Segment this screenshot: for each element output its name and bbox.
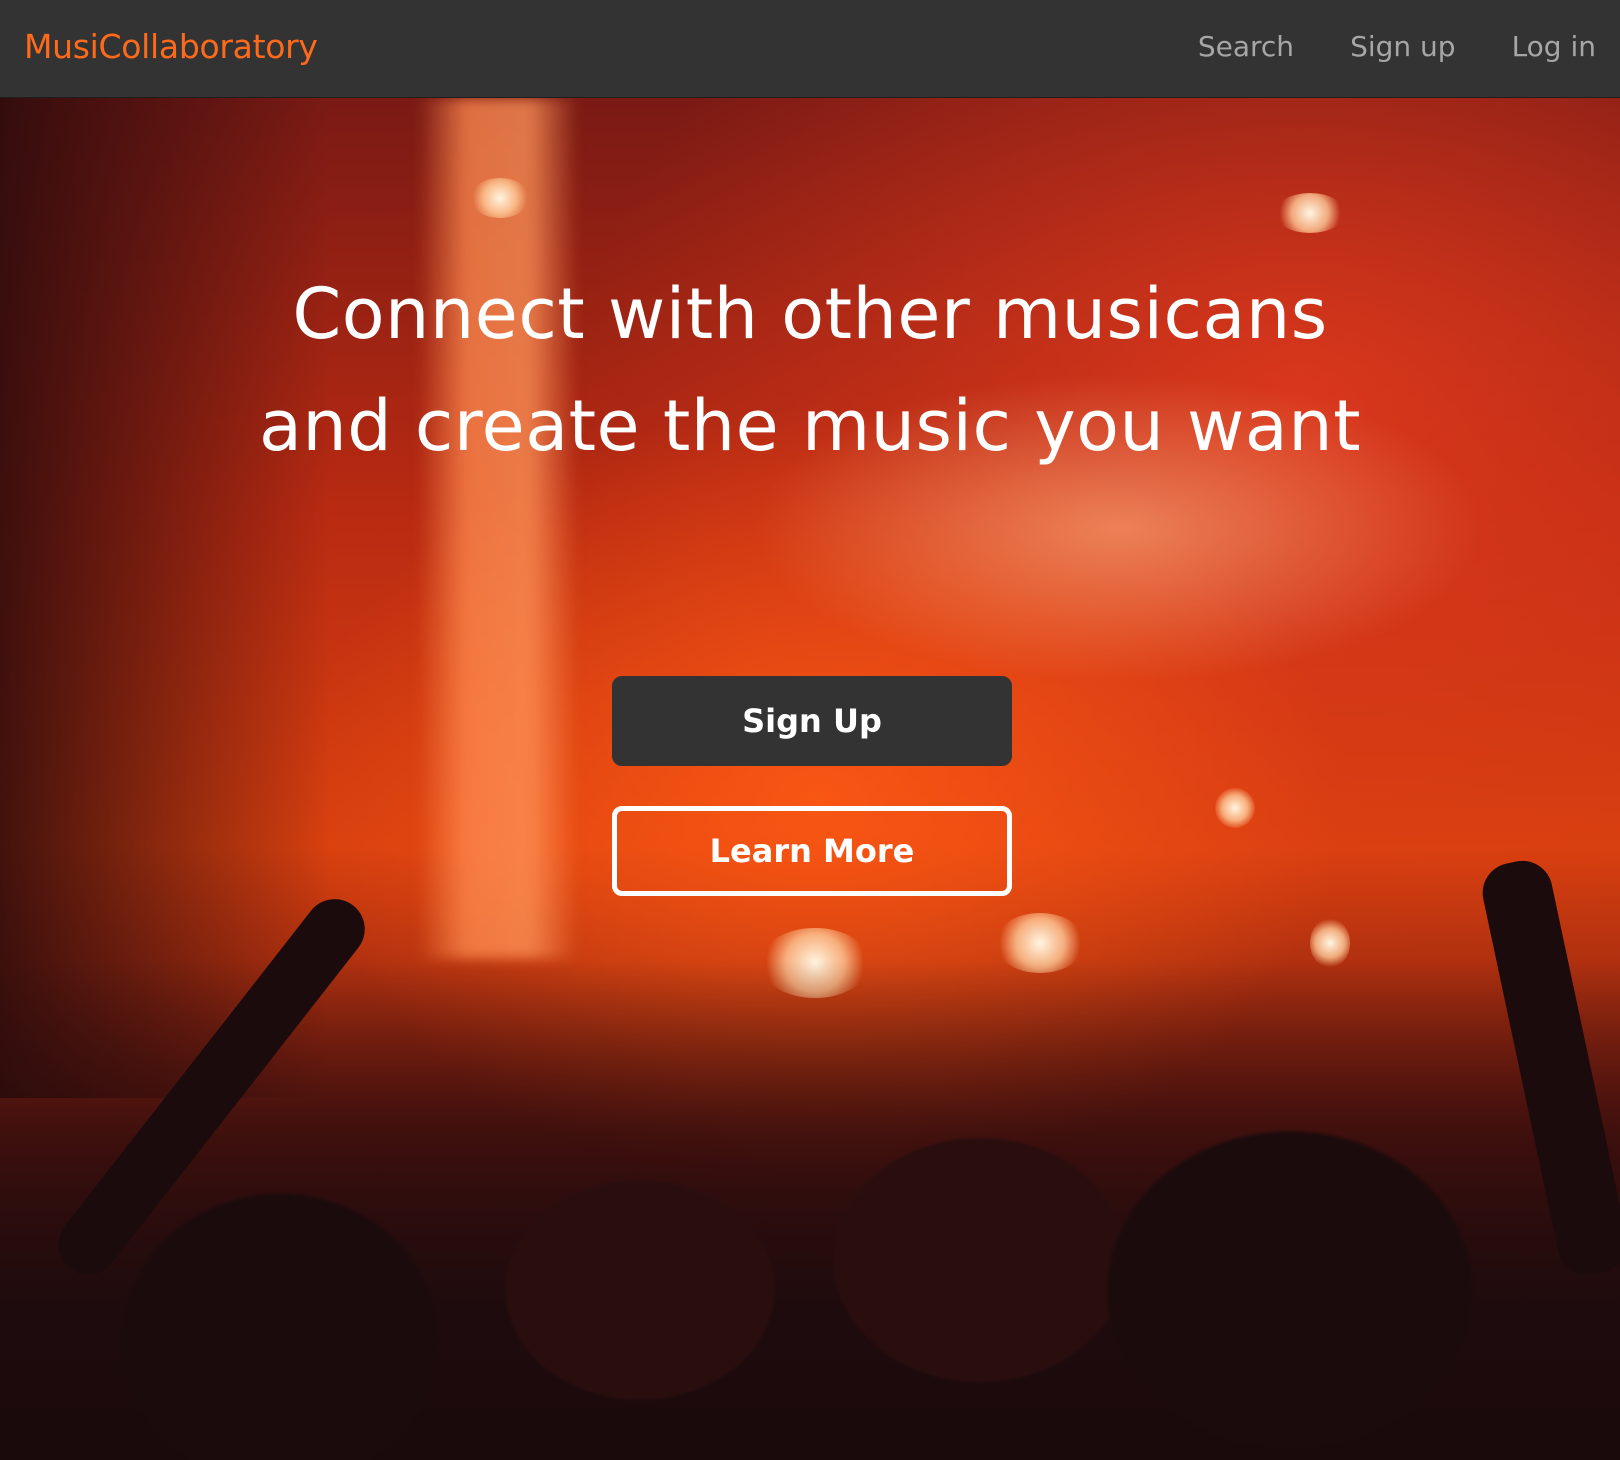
- nav-link-search[interactable]: Search: [1198, 27, 1294, 67]
- learn-more-button[interactable]: Learn More: [612, 806, 1012, 896]
- brand-logo-link[interactable]: MusiCollaboratory: [24, 27, 318, 67]
- hero-headline-line: Connect with other musicans: [292, 273, 1328, 355]
- nav-links: Search Sign up Log in: [1198, 27, 1596, 67]
- nav-link-log-in[interactable]: Log in: [1512, 27, 1596, 67]
- stage-light-beam: [418, 98, 578, 958]
- stage-light: [1275, 193, 1345, 233]
- nav-link-sign-up[interactable]: Sign up: [1350, 27, 1456, 67]
- hero-headline: Connect with other musicans and create t…: [0, 258, 1620, 482]
- hero-headline-line: and create the music you want: [258, 385, 1362, 467]
- stage-light: [1215, 788, 1255, 828]
- sign-up-button[interactable]: Sign Up: [612, 676, 1012, 766]
- hero-section: Connect with other musicans and create t…: [0, 98, 1620, 1460]
- stage-light: [470, 178, 530, 218]
- navbar: MusiCollaboratory Search Sign up Log in: [0, 0, 1620, 98]
